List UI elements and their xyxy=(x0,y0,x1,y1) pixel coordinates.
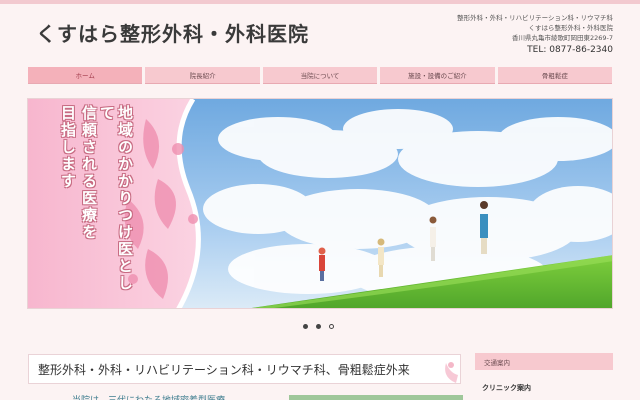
main-heading: 整形外科・外科・リハビリテーション科・リウマチ科、骨粗鬆症外来 xyxy=(38,362,410,377)
header-tel[interactable]: TEL: 0877-86-2340 xyxy=(457,44,613,57)
sidebar-subheading: クリニック案内 xyxy=(482,384,531,392)
header-info: 整形外科・外科・リハビリテーション科・リウマチ科 くすはら整形外科・外科医院 香… xyxy=(457,13,613,57)
flower-ornament-icon xyxy=(445,362,458,383)
top-accent-line xyxy=(0,0,640,4)
header-tagline: 整形外科・外科・リハビリテーション科・リウマチ科 xyxy=(457,14,613,22)
slider-dot-3[interactable] xyxy=(329,324,334,329)
nav-item-about[interactable]: 当院について xyxy=(262,67,378,84)
hero-slogan-line2: 信頼される医療を xyxy=(80,105,98,241)
slider-dot-1[interactable] xyxy=(303,324,308,329)
main-heading-box: 整形外科・外科・リハビリテーション科・リウマチ科、骨粗鬆症外来 xyxy=(28,354,461,384)
slider-dot-2[interactable] xyxy=(316,324,321,329)
hero-slider[interactable]: 地域のかかりつけ医として 信頼される医療を 目指します xyxy=(27,98,613,309)
slider-dots xyxy=(303,324,334,329)
nav-item-osteoporosis[interactable]: 骨粗鬆症 xyxy=(497,67,613,84)
hero-slogan-line3: 目指します xyxy=(59,105,77,190)
main-nav: ホーム 院長紹介 当院について 施設・設備のご紹介 骨粗鬆症 xyxy=(28,67,613,84)
main-photo xyxy=(289,395,463,400)
sidebar-heading[interactable]: 交通案内 xyxy=(475,353,613,370)
nav-item-director[interactable]: 院長紹介 xyxy=(145,67,260,84)
main-intro-text: 当院は、三代にわたる地域密着型医療 xyxy=(72,393,225,400)
header-clinic-name: くすはら整形外科・外科医院 xyxy=(528,24,614,32)
nav-item-home[interactable]: ホーム xyxy=(28,67,143,84)
nav-item-facilities[interactable]: 施設・設備のご紹介 xyxy=(380,67,495,84)
header-address: 香川県丸亀市綾歌町岡田東2269-7 xyxy=(511,34,613,42)
hero-slogan-line1: 地域のかかりつけ医として xyxy=(98,105,134,292)
site-title[interactable]: くすはら整形外科・外科医院 xyxy=(36,18,309,47)
